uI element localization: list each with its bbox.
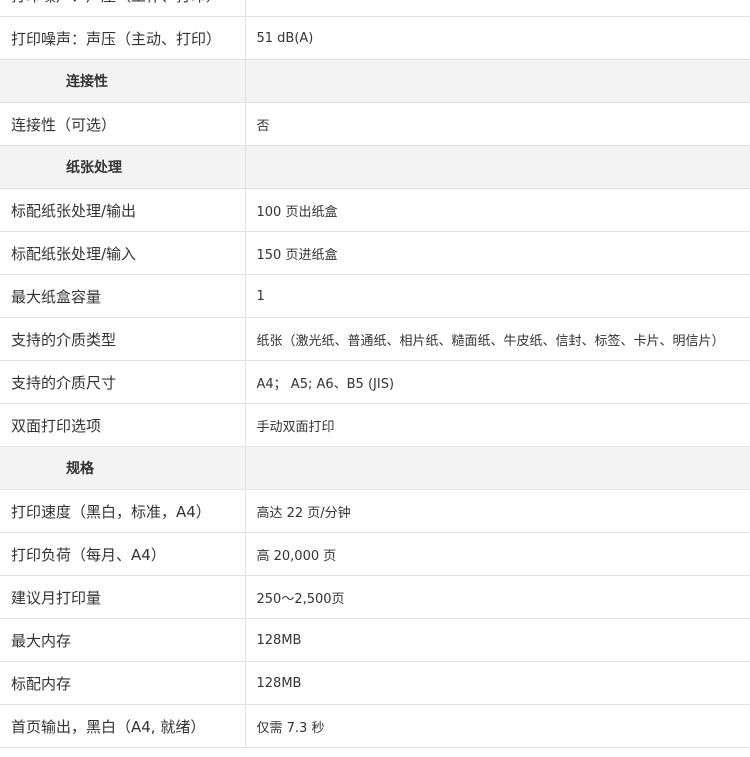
spec-value: 否 bbox=[245, 102, 750, 146]
spec-label: 打印噪声：声压（主动、打印） bbox=[0, 16, 246, 60]
spec-row: 打印噪声：声压（工作、打印） bbox=[0, 0, 750, 17]
section-header-row: 规格 bbox=[0, 446, 750, 490]
spec-label: 打印速度（黑白，标准，A4） bbox=[0, 489, 246, 533]
spec-row: 支持的介质尺寸 A4； A5; A6、B5 (JIS) bbox=[0, 360, 750, 404]
section-heading: 连接性 bbox=[0, 59, 246, 103]
spec-row: 打印噪声：声压（主动、打印） 51 dB(A) bbox=[0, 16, 750, 60]
spec-label: 建议月打印量 bbox=[0, 575, 246, 619]
spec-label: 支持的介质类型 bbox=[0, 317, 246, 361]
spec-value: 仅需 7.3 秒 bbox=[245, 704, 750, 748]
spec-row: 打印负荷（每月、A4） 高 20,000 页 bbox=[0, 532, 750, 576]
spec-value: 高达 22 页/分钟 bbox=[245, 489, 750, 533]
spec-row: 标配内存 128MB bbox=[0, 661, 750, 705]
spec-row: 连接性（可选） 否 bbox=[0, 102, 750, 146]
spec-row: 打印速度（黑白，标准，A4） 高达 22 页/分钟 bbox=[0, 489, 750, 533]
spec-value: A4； A5; A6、B5 (JIS) bbox=[245, 360, 750, 404]
spec-label: 打印噪声：声压（工作、打印） bbox=[0, 0, 246, 17]
section-heading-fill bbox=[245, 446, 750, 490]
spec-label: 双面打印选项 bbox=[0, 403, 246, 447]
spec-table-body: 打印噪声：声压（工作、打印） 打印噪声：声压（主动、打印） 51 dB(A) 连… bbox=[0, 0, 750, 748]
spec-value: 128MB bbox=[245, 661, 750, 705]
spec-row: 双面打印选项 手动双面打印 bbox=[0, 403, 750, 447]
section-heading-fill bbox=[245, 59, 750, 103]
spec-label: 打印负荷（每月、A4） bbox=[0, 532, 246, 576]
spec-row: 标配纸张处理/输出 100 页出纸盒 bbox=[0, 188, 750, 232]
spec-row: 支持的介质类型 纸张（激光纸、普通纸、相片纸、糙面纸、牛皮纸、信封、标签、卡片、… bbox=[0, 317, 750, 361]
spec-table: 打印噪声：声压（工作、打印） 打印噪声：声压（主动、打印） 51 dB(A) 连… bbox=[0, 0, 750, 748]
spec-value: 高 20,000 页 bbox=[245, 532, 750, 576]
spec-value: 51 dB(A) bbox=[245, 16, 750, 60]
spec-label: 支持的介质尺寸 bbox=[0, 360, 246, 404]
spec-label: 标配纸张处理/输出 bbox=[0, 188, 246, 232]
spec-label: 首页输出，黑白（A4, 就绪） bbox=[0, 704, 246, 748]
spec-row: 最大纸盒容量 1 bbox=[0, 274, 750, 318]
section-header-row: 纸张处理 bbox=[0, 145, 750, 189]
spec-label: 连接性（可选） bbox=[0, 102, 246, 146]
section-header-row: 连接性 bbox=[0, 59, 750, 103]
spec-value: 150 页进纸盒 bbox=[245, 231, 750, 275]
spec-value bbox=[245, 0, 750, 17]
section-heading: 纸张处理 bbox=[0, 145, 246, 189]
spec-value: 128MB bbox=[245, 618, 750, 662]
spec-label: 标配内存 bbox=[0, 661, 246, 705]
spec-value: 250～2,500页 bbox=[245, 575, 750, 619]
spec-value: 纸张（激光纸、普通纸、相片纸、糙面纸、牛皮纸、信封、标签、卡片、明信片） bbox=[245, 317, 750, 361]
spec-label: 最大内存 bbox=[0, 618, 246, 662]
spec-row: 首页输出，黑白（A4, 就绪） 仅需 7.3 秒 bbox=[0, 704, 750, 748]
spec-value: 手动双面打印 bbox=[245, 403, 750, 447]
spec-value: 1 bbox=[245, 274, 750, 318]
spec-row: 最大内存 128MB bbox=[0, 618, 750, 662]
spec-value: 100 页出纸盒 bbox=[245, 188, 750, 232]
section-heading: 规格 bbox=[0, 446, 246, 490]
spec-row: 标配纸张处理/输入 150 页进纸盒 bbox=[0, 231, 750, 275]
spec-row: 建议月打印量 250～2,500页 bbox=[0, 575, 750, 619]
section-heading-fill bbox=[245, 145, 750, 189]
spec-label: 最大纸盒容量 bbox=[0, 274, 246, 318]
spec-label: 标配纸张处理/输入 bbox=[0, 231, 246, 275]
